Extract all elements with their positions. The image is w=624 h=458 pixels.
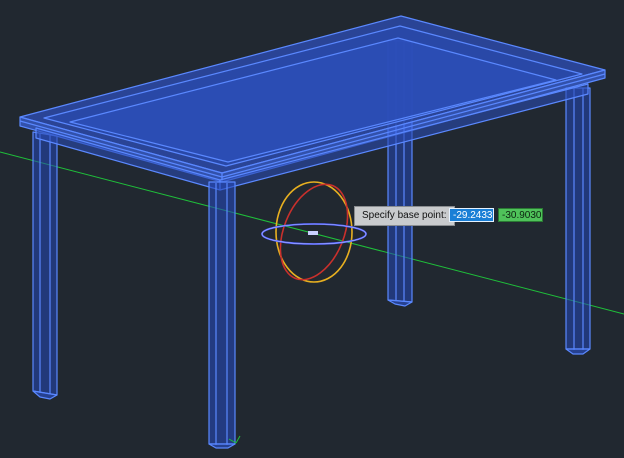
- table-leg-front[interactable]: [208, 181, 236, 449]
- y-coordinate-input[interactable]: -30.9030: [498, 208, 543, 222]
- drawing-viewport[interactable]: Specify base point: -29.2433 -30.9030: [0, 0, 624, 458]
- command-prompt-tooltip: Specify base point:: [354, 206, 455, 226]
- table-leg-right[interactable]: [565, 87, 591, 355]
- model-space-canvas[interactable]: [0, 0, 624, 458]
- move-gizmo-icon[interactable]: [261, 174, 367, 289]
- x-coordinate-input[interactable]: -29.2433: [449, 208, 494, 222]
- table-leg-back-left[interactable]: [32, 131, 58, 400]
